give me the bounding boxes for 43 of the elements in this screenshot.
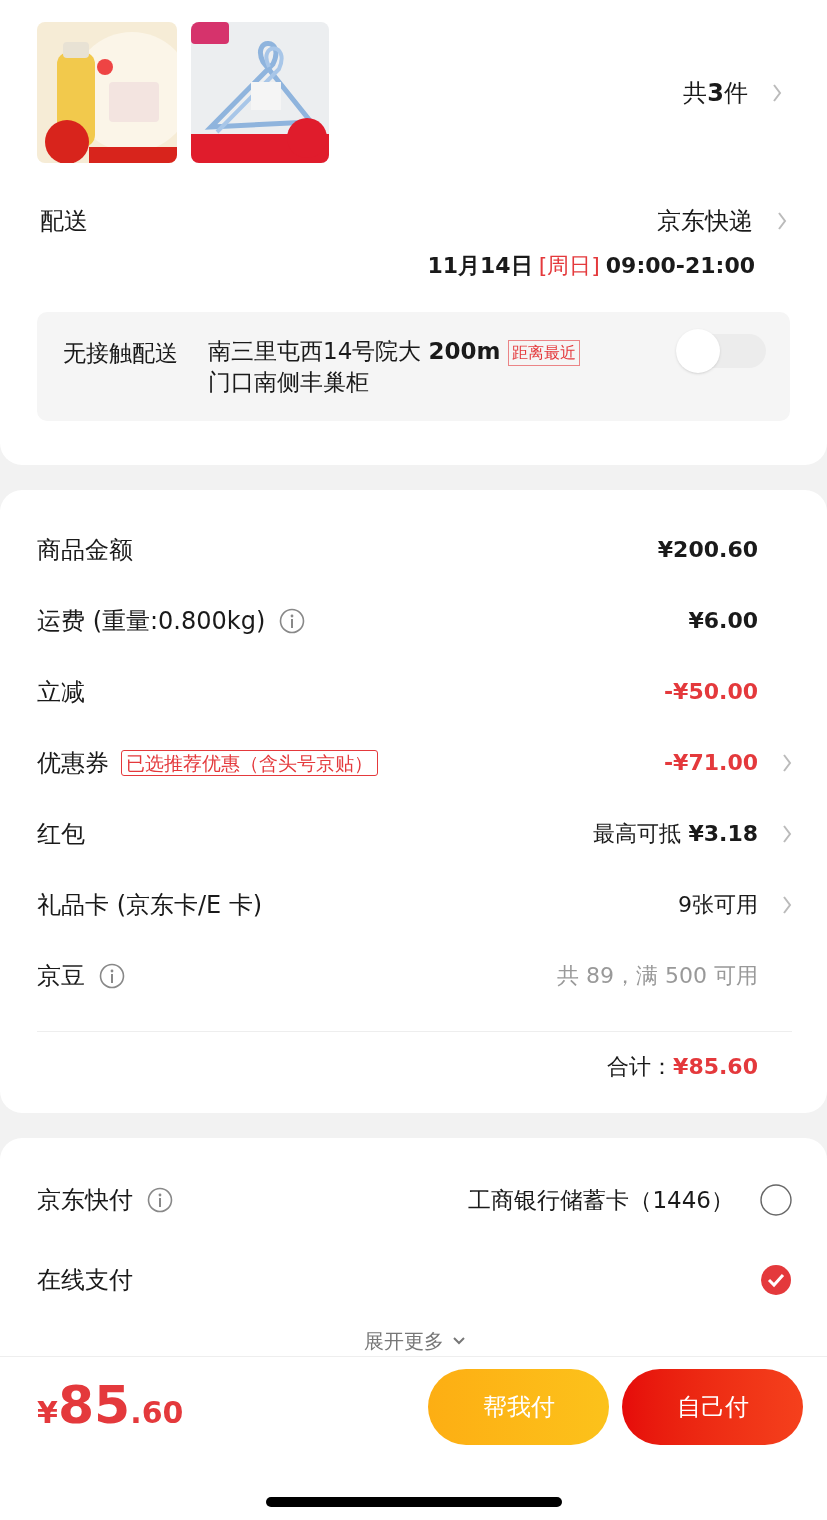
- checked-radio-icon[interactable]: [760, 1264, 792, 1296]
- contactless-label: 无接触配送: [63, 339, 179, 368]
- delivery-time: 09:00-21:00: [605, 252, 755, 280]
- row-label: 商品金额: [37, 534, 133, 566]
- radio-icon[interactable]: [760, 1184, 792, 1216]
- distance-tag: 距离最近: [508, 340, 580, 366]
- carrier-link[interactable]: 京东快递: [657, 203, 753, 239]
- currency-symbol: ¥: [37, 1395, 58, 1432]
- row-value[interactable]: -¥71.00: [663, 746, 758, 779]
- row-value: 共 89，满 500 可用: [557, 962, 758, 990]
- row-label: 运费 (重量:0.800kg): [37, 605, 266, 637]
- row-value[interactable]: 最高可抵 ¥3.18: [593, 817, 758, 850]
- row-label: 礼品卡 (京东卡/E 卡): [37, 889, 263, 921]
- item-count: 共3件: [683, 77, 748, 109]
- coupon-tag: 已选推荐优惠（含头号京贴）: [121, 749, 378, 776]
- row-label: 红包: [37, 818, 85, 850]
- toggle-switch[interactable]: [676, 328, 766, 374]
- delivery-weekday: [周日]: [538, 252, 600, 280]
- total-label: 合计：: [607, 1053, 674, 1081]
- pay-cents: .60: [130, 1394, 184, 1432]
- pickup-address: 南三里屯西14号院大 200m 门口南侧丰巢柜: [208, 337, 502, 398]
- pay-button[interactable]: 自己付: [622, 1369, 803, 1445]
- info-icon[interactable]: [279, 607, 306, 634]
- row-value[interactable]: 9张可用: [678, 888, 758, 921]
- delivery-label: 配送: [40, 206, 88, 237]
- chevron-icon: [772, 82, 782, 103]
- total-amount: ¥85.60: [673, 1053, 758, 1081]
- pay-amount: 85: [57, 1379, 131, 1431]
- info-icon[interactable]: [99, 962, 125, 989]
- bank-card-label: 工商银行储蓄卡（1446）: [468, 1185, 734, 1215]
- info-icon[interactable]: [147, 1187, 173, 1213]
- row-value: -¥50.00: [663, 678, 758, 706]
- caret-icon: [451, 1336, 466, 1346]
- row-label: 优惠券: [37, 747, 109, 779]
- row-value: ¥200.60: [657, 536, 758, 564]
- payment-option[interactable]: 在线支付: [37, 1240, 792, 1320]
- chevron-icon: [777, 211, 787, 231]
- expand-more-link[interactable]: 展开更多: [363, 1326, 444, 1356]
- row-value: ¥6.00: [688, 607, 758, 635]
- payment-option[interactable]: 京东快付 工商银行储蓄卡（1446）: [37, 1160, 792, 1240]
- delivery-date: 11月14日: [427, 252, 533, 280]
- row-label: 京豆: [37, 960, 85, 992]
- row-label: 立减: [37, 676, 85, 708]
